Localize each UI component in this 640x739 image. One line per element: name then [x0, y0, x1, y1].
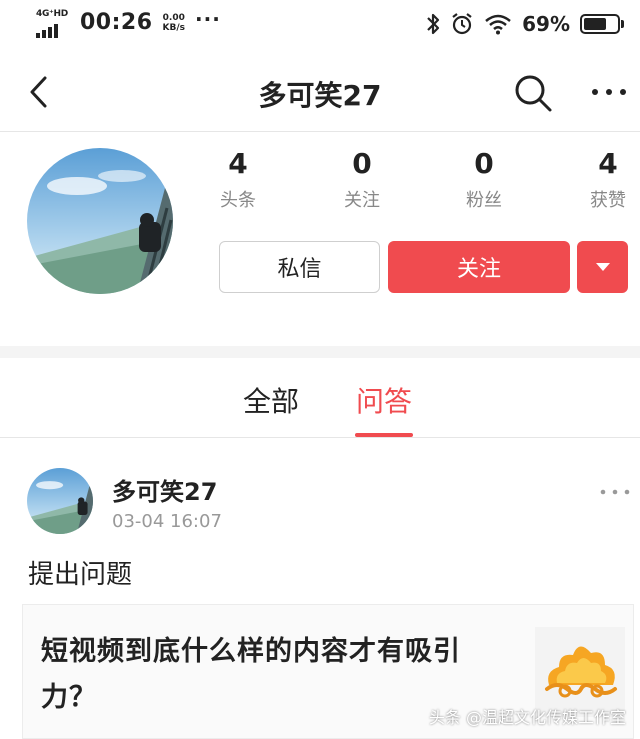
more-icon[interactable]: [588, 76, 630, 108]
stat-likes[interactable]: 4 获赞: [568, 148, 640, 212]
status-bar: 4G⁺HD 00:26 0.00 KB/s ··· 69%: [0, 0, 640, 52]
stat-value: 0: [474, 147, 494, 180]
stat-following[interactable]: 0 关注: [322, 148, 402, 212]
profile-avatar[interactable]: [27, 148, 173, 294]
post-timestamp: 03-04 16:07: [112, 511, 222, 532]
follow-button[interactable]: 关注: [388, 241, 570, 293]
caret-down-icon: [595, 263, 610, 271]
stat-value: 4: [598, 147, 618, 180]
bluetooth-icon: [427, 13, 440, 35]
nav-bar: 多可笑27: [0, 52, 640, 132]
post-more-icon[interactable]: [598, 480, 632, 504]
tab-qa[interactable]: 问答: [356, 380, 412, 420]
search-icon[interactable]: [512, 72, 554, 114]
stat-label: 粉丝: [466, 190, 502, 211]
content-tabs: 全部 问答: [0, 358, 640, 438]
stat-followers[interactable]: 0 粉丝: [444, 148, 524, 212]
speed-value: 0.00: [162, 12, 185, 23]
watermark: 头条 @温超文化传媒工作室: [428, 708, 626, 727]
stat-headlines[interactable]: 4 头条: [198, 148, 278, 212]
battery-level: [584, 18, 607, 30]
stat-label: 头条: [220, 190, 256, 211]
battery-percent: 69%: [522, 12, 570, 36]
post-author-name[interactable]: 多可笑27: [112, 472, 217, 507]
post-author-avatar[interactable]: [27, 468, 93, 534]
battery-icon: [580, 14, 624, 34]
speed-unit: KB/s: [162, 22, 186, 33]
signal-icon: 4G⁺HD: [36, 8, 70, 38]
message-button[interactable]: 私信: [219, 241, 380, 293]
stat-value: 4: [228, 147, 248, 180]
active-tab-indicator: [355, 433, 413, 437]
clock: 00:26: [80, 10, 153, 35]
network-speed: 0.00 KB/s: [163, 13, 185, 33]
post-action-text: 提出问题: [28, 560, 133, 590]
stat-label: 关注: [344, 190, 380, 211]
recommend-dropdown-button[interactable]: [577, 241, 628, 293]
wifi-icon: [485, 14, 511, 35]
tab-all[interactable]: 全部: [243, 380, 299, 420]
alarm-icon: [452, 13, 472, 35]
network-type: 4G⁺HD: [36, 8, 68, 19]
stat-value: 0: [352, 147, 372, 180]
section-divider: [0, 346, 640, 358]
stat-label: 获赞: [590, 190, 626, 211]
status-more-dots: ···: [195, 6, 221, 31]
